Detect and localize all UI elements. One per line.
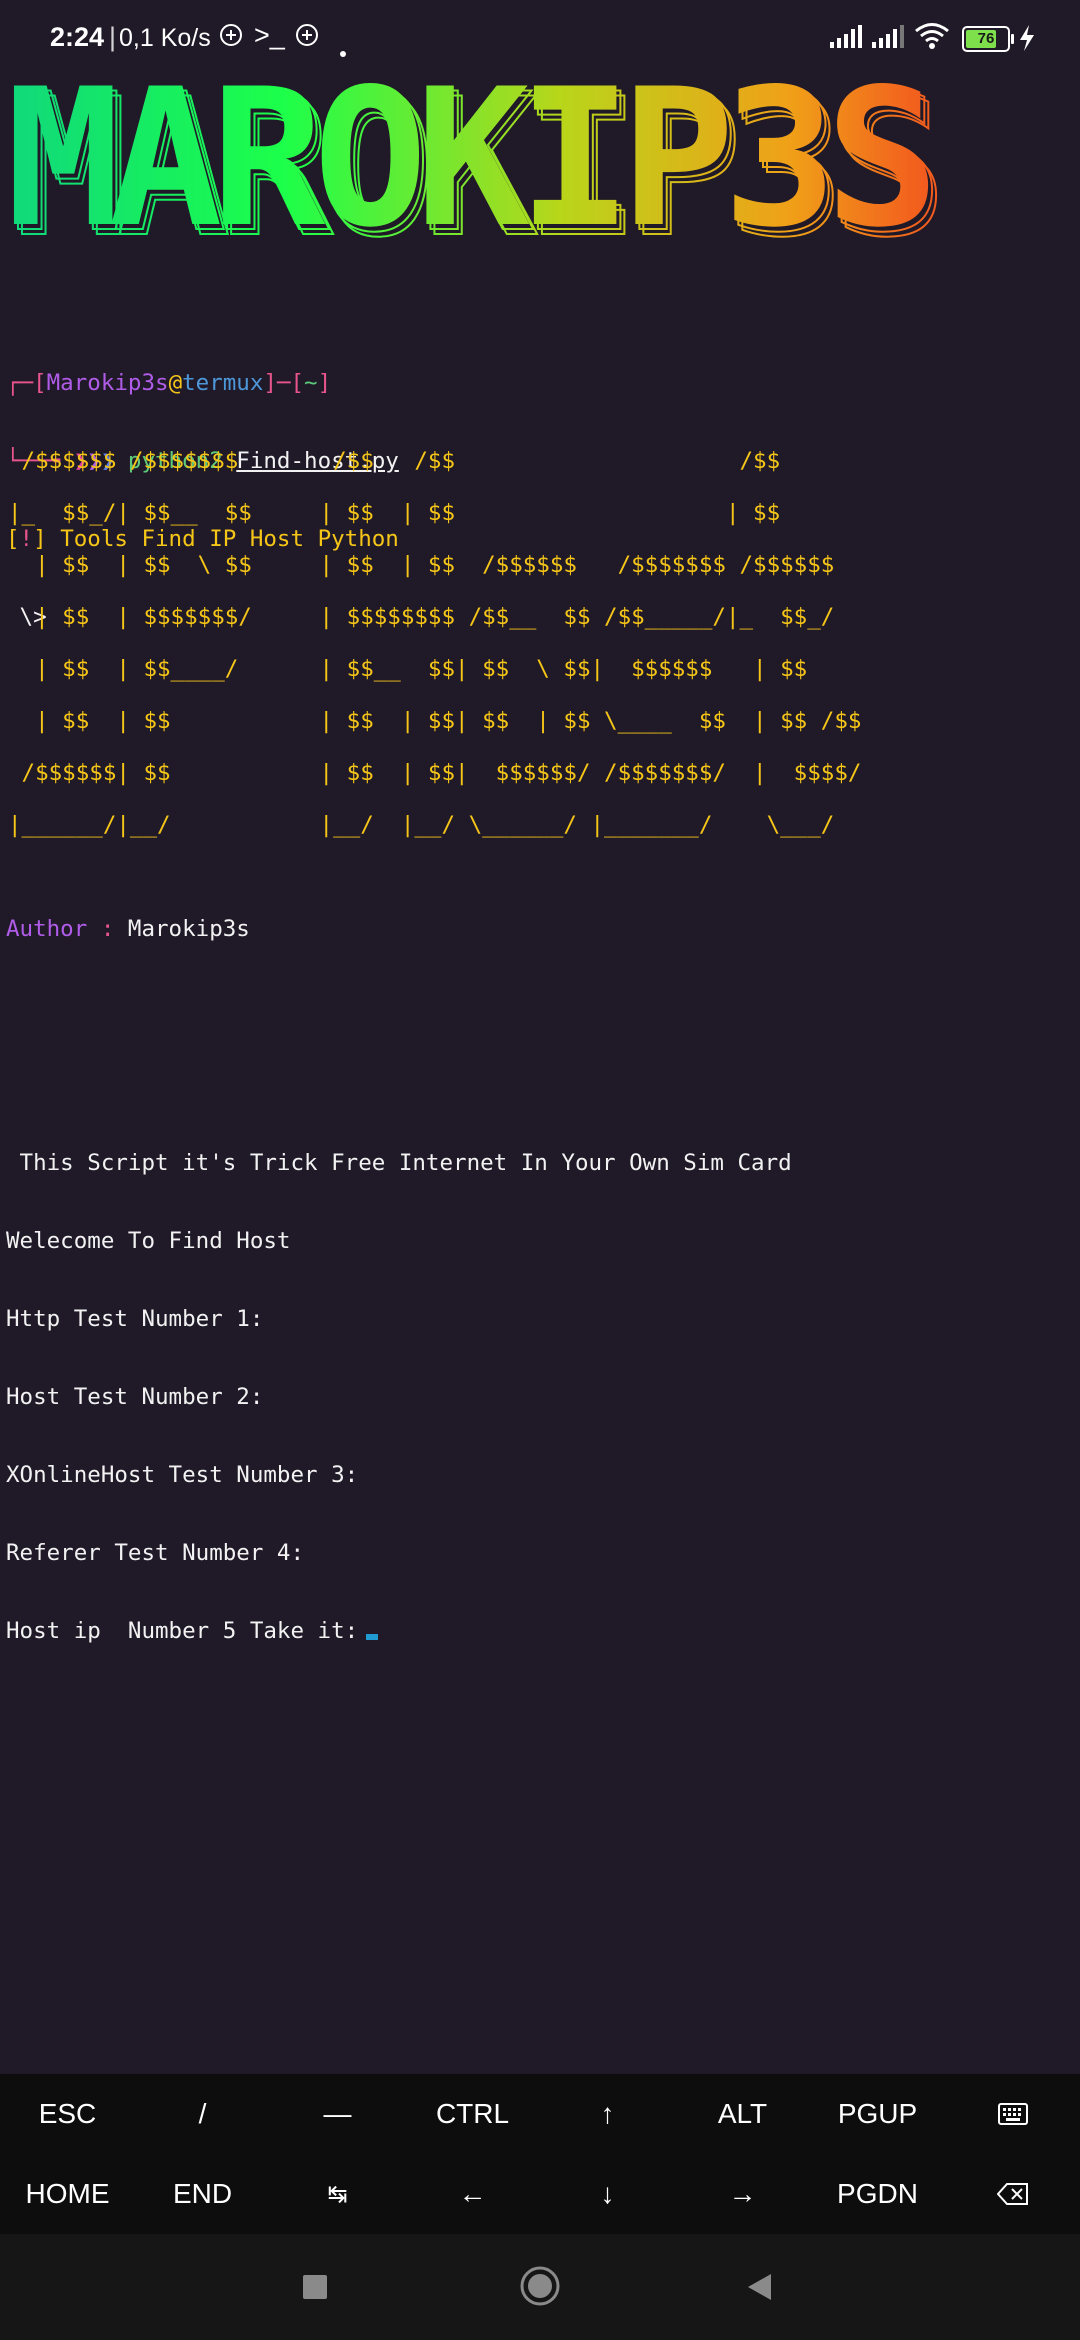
output-line: Welecome To Find Host (6, 1228, 291, 1254)
banner-text: MAROKIP3S (6, 72, 928, 242)
wifi-icon (914, 22, 950, 56)
author-colon: : (100, 916, 115, 942)
script-output: Author : Marokip3s This Script it's Tric… (6, 864, 1074, 1670)
prompt-dir: ~ (304, 370, 318, 396)
author-line: Author : Marokip3s (6, 916, 1074, 942)
charging-icon (1018, 24, 1036, 58)
ascii-art-line: | $$ | $$ \ $$ | $$ | $$ /$$$$$$ /$$$$$$… (8, 552, 835, 578)
ascii-art-line: /$$$$$$ /$$$$$$$ /$$ /$$ /$$ (8, 448, 781, 474)
keyboard-toggle-key[interactable] (945, 2074, 1080, 2154)
battery-level: 76 (977, 30, 995, 47)
status-separator: | (109, 22, 117, 52)
home-button[interactable] (505, 2256, 575, 2316)
extra-keys-bar: ESC / — CTRL ↑ ALT PGUP HOME END ↹ ← ↓ →… (0, 2074, 1080, 2234)
left-arrow-key[interactable]: ← (405, 2154, 540, 2234)
signal-icon (828, 24, 862, 56)
pgdn-key[interactable]: PGDN (810, 2154, 945, 2234)
end-key[interactable]: END (135, 2154, 270, 2234)
ctrl-key[interactable]: CTRL (405, 2074, 540, 2154)
plus-circle-icon (294, 22, 320, 54)
navigation-bar (0, 2234, 1080, 2340)
esc-key[interactable]: ESC (0, 2074, 135, 2154)
ascii-art-line: | $$ | $$ | $$ | $$| $$ | $$ \____ $$ | … (8, 708, 862, 734)
keyboard-icon (997, 2103, 1028, 2125)
author-name: Marokip3s (127, 916, 250, 942)
output-line: This Script it's Trick Free Internet In … (6, 1150, 792, 1176)
prompt-user: Marokip3s (46, 370, 169, 396)
output-line: Http Test Number 1: (6, 1306, 264, 1332)
marokip3s-banner: MAROKIP3S MAROKIP3S MAROKIP3S (6, 72, 940, 242)
terminal-icon: >_ (254, 20, 285, 50)
output-line: Referer Test Number 4: (6, 1540, 305, 1566)
prompt-line: ┌─[Marokip3s@termux]─[~] (6, 370, 332, 396)
input-line[interactable]: Host ip Number 5 Take it: (6, 1618, 1074, 1644)
prompt-at: @ (168, 370, 183, 396)
status-time: 2:24 (50, 22, 105, 52)
battery-icon: 76 (962, 26, 1014, 52)
down-arrow-key[interactable]: ↓ (540, 2154, 675, 2234)
output-line: XOnlineHost Test Number 3: (6, 1462, 359, 1488)
home-key[interactable]: HOME (0, 2154, 135, 2234)
up-arrow-key[interactable]: ↑ (540, 2074, 675, 2154)
home-icon (520, 2266, 560, 2306)
right-arrow-key[interactable]: → (675, 2154, 810, 2234)
dot-icon (340, 34, 346, 63)
ascii-art-line: | $$ | $$$$$$$/ | $$$$$$$$ /$$__ $$ /$$_… (8, 604, 835, 630)
recents-button[interactable] (280, 2262, 350, 2312)
signal-icon (870, 24, 904, 56)
output-line: Host Test Number 2: (6, 1384, 264, 1410)
backspace-icon (996, 2183, 1028, 2205)
tool-title-line: [!] Tools Find IP Host Python (6, 526, 399, 552)
back-button[interactable] (725, 2262, 795, 2312)
dash-key[interactable]: — (270, 2074, 405, 2154)
author-label: Author (6, 916, 88, 942)
pgup-key[interactable]: PGUP (810, 2074, 945, 2154)
alt-key[interactable]: ALT (675, 2074, 810, 2154)
net-speed: 0,1 Ko/s (119, 24, 211, 52)
slash-key[interactable]: / (135, 2074, 270, 2154)
ascii-art-line: /$$$$$$| $$ | $$ | $$| $$$$$$/ /$$$$$$$/… (8, 760, 862, 786)
ascii-art-line: | $$ | $$____/ | $$__ $$| $$ \ $$| $$$$$… (8, 656, 808, 682)
input-prompt: Host ip Number 5 Take it: (6, 1618, 359, 1644)
back-icon (748, 2274, 771, 2300)
text-cursor (366, 1634, 379, 1640)
prompt-host: termux (182, 370, 264, 396)
plus-circle-icon (218, 22, 244, 54)
ascii-art-line: |_ $$_/| $$__ $$ | $$ | $$ | $$ (8, 500, 781, 526)
tool-title: Tools Find IP Host Python (60, 526, 399, 552)
status-bar: 2:24 | 0,1 Ko/s >_ 76 (0, 0, 1080, 78)
ascii-art-line: |______/|__/ |__/ |__/ \______/ |_______… (8, 812, 835, 838)
tab-key[interactable]: ↹ (270, 2154, 405, 2234)
backspace-key[interactable] (945, 2154, 1080, 2234)
recents-icon (303, 2275, 327, 2299)
